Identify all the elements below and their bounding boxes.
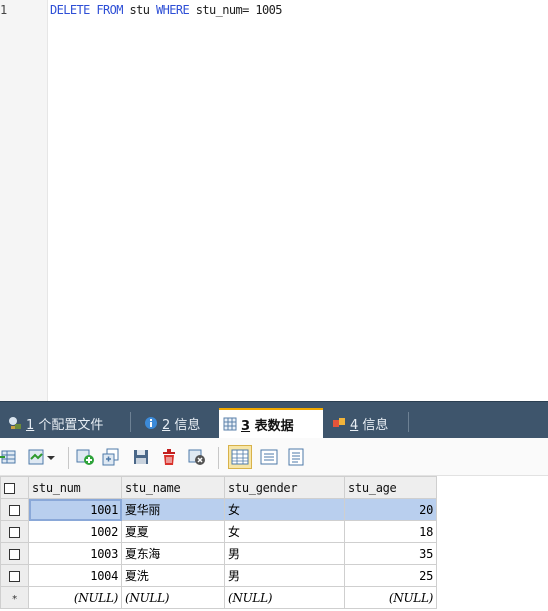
cell-stu-name[interactable]: (NULL) <box>121 586 225 609</box>
cell-stu-gender[interactable]: 男 <box>224 542 345 565</box>
duplicate-row-icon[interactable] <box>102 448 120 466</box>
line-number: 1 <box>0 3 8 17</box>
column-header-stu-age[interactable]: stu_age <box>344 476 437 499</box>
toolbar-divider <box>218 447 219 469</box>
result-toolbar <box>0 438 548 476</box>
result-grid: stu_num stu_name stu_gender stu_age 1001… <box>0 476 437 609</box>
info-icon <box>144 416 158 430</box>
row-checkbox[interactable] <box>9 570 20 582</box>
cell-stu-gender[interactable]: 女 <box>224 520 345 543</box>
cell-stu-age[interactable]: 18 <box>344 520 437 543</box>
grid-view-icon[interactable] <box>228 445 252 469</box>
form-view-icon[interactable] <box>260 448 278 466</box>
cell-stu-num[interactable]: 1004 <box>28 564 122 587</box>
new-row[interactable]: * (NULL) (NULL) (NULL) (NULL) <box>0 586 437 609</box>
row-checkbox[interactable] <box>9 526 20 538</box>
query-text[interactable]: DELETE FROM stu WHERE stu_num= 1005 <box>50 3 282 17</box>
info-icon <box>332 416 346 430</box>
new-row-marker: * <box>11 593 18 605</box>
cell-stu-name[interactable]: 夏东海 <box>121 542 225 565</box>
text-view-icon[interactable] <box>287 448 305 466</box>
grid-export-icon[interactable] <box>0 448 18 466</box>
cell-stu-age[interactable]: 25 <box>344 564 437 587</box>
table-row[interactable]: 1002 夏夏 女 18 <box>0 520 437 543</box>
tab-table-data[interactable]: 3 表数据 <box>219 408 323 438</box>
sql-editor[interactable]: 1 DELETE FROM stu WHERE stu_num= 1005 <box>0 0 548 401</box>
select-all-checkbox[interactable] <box>4 483 15 494</box>
cell-stu-age[interactable]: 35 <box>344 542 437 565</box>
keyword-delete-from: DELETE FROM <box>50 3 123 17</box>
tab-divider <box>408 412 409 432</box>
cell-stu-age[interactable]: (NULL) <box>344 586 437 609</box>
result-tab-bar: 1 个配置文件 2 信息 3 表数据 4 信息 <box>0 401 548 438</box>
cell-stu-num[interactable]: (NULL) <box>28 586 122 609</box>
line-number-gutter: 1 <box>0 0 48 401</box>
column-header-stu-num[interactable]: stu_num <box>28 476 122 499</box>
import-icon[interactable] <box>28 448 56 466</box>
table-row[interactable]: 1003 夏东海 男 35 <box>0 542 437 565</box>
cell-stu-gender[interactable]: 男 <box>224 564 345 587</box>
tab-divider <box>130 412 131 432</box>
row-checkbox[interactable] <box>9 504 20 516</box>
keyword-where: WHERE <box>156 3 190 17</box>
tab-info-4[interactable]: 4 信息 <box>328 408 392 438</box>
query-condition: stu_num= 1005 <box>189 3 283 17</box>
tab-profiles[interactable]: 1 个配置文件 <box>4 408 107 438</box>
column-header-stu-gender[interactable]: stu_gender <box>224 476 345 499</box>
cell-stu-num[interactable]: 1001 <box>28 498 122 521</box>
cell-stu-name[interactable]: 夏夏 <box>121 520 225 543</box>
query-table: stu <box>122 3 156 17</box>
cell-stu-gender[interactable]: 女 <box>224 498 345 521</box>
cell-stu-name[interactable]: 夏华丽 <box>121 498 225 521</box>
cell-stu-age[interactable]: 20 <box>344 498 437 521</box>
table-row[interactable]: 1004 夏洗 男 25 <box>0 564 437 587</box>
select-all-header[interactable] <box>0 476 29 499</box>
add-row-icon[interactable] <box>76 448 94 466</box>
column-header-stu-name[interactable]: stu_name <box>121 476 225 499</box>
row-checkbox[interactable] <box>9 548 20 560</box>
cell-stu-gender[interactable]: (NULL) <box>224 586 345 609</box>
profiles-icon <box>8 416 22 430</box>
save-icon[interactable] <box>132 448 150 466</box>
tab-info-2[interactable]: 2 信息 <box>140 408 204 438</box>
cell-stu-name[interactable]: 夏洗 <box>121 564 225 587</box>
cell-stu-num[interactable]: 1002 <box>28 520 122 543</box>
cell-stu-num[interactable]: 1003 <box>28 542 122 565</box>
cancel-icon[interactable] <box>188 448 206 466</box>
table-data-icon <box>223 417 237 431</box>
grid-header-row: stu_num stu_name stu_gender stu_age <box>0 476 437 499</box>
table-row[interactable]: 1001 夏华丽 女 20 <box>0 498 437 521</box>
delete-icon[interactable] <box>160 448 178 466</box>
toolbar-divider <box>68 447 69 469</box>
